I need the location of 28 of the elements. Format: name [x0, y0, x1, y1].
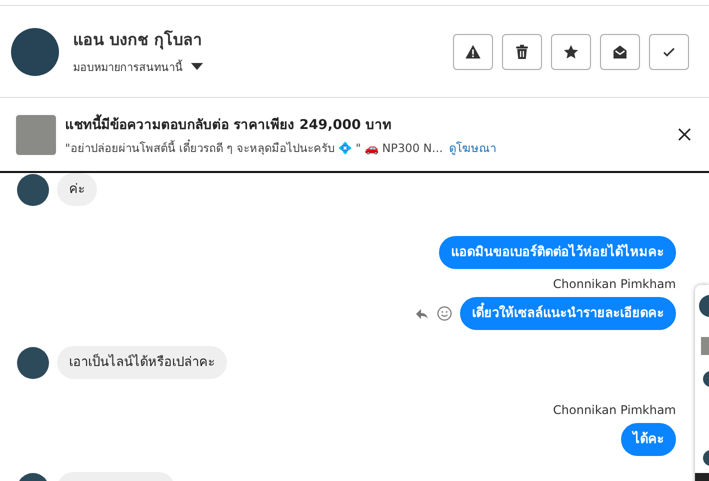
envelope-icon [612, 44, 628, 60]
view-ad-link[interactable]: ดูโฆษณา [448, 138, 496, 156]
warning-icon [465, 44, 481, 60]
sender-name: Chonnikan Pimkham [553, 403, 676, 417]
contact-name: แอน บงกช กุโบลา [73, 29, 203, 52]
emoji-icon[interactable] [437, 306, 452, 321]
trash-icon [514, 44, 530, 60]
assign-dropdown[interactable]: มอบหมายการสนทนานี้ [73, 58, 203, 76]
sender-name: Chonnikan Pimkham [553, 277, 676, 291]
close-icon[interactable] [676, 126, 693, 143]
ad-snippet: "อย่าปล่อยผ่านโพสต์นี้ เดี๋ยวรถดี ๆ จะหลุดมือไปนะครับ 💠 " 🚗 NP300 N... [65, 138, 443, 156]
ad-photo-placeholder [16, 114, 56, 154]
contact-avatar [17, 174, 49, 206]
caret-icon [191, 63, 203, 71]
envelope-button[interactable] [600, 34, 640, 70]
warning-button[interactable] [453, 34, 493, 70]
message-bubble: ค่ะ [57, 173, 97, 206]
contact-avatar [11, 28, 59, 76]
message-bubble: เดี๋ยวให้เซลล์แนะนำรายละเอียดคะ [460, 297, 676, 330]
delete-button[interactable] [502, 34, 542, 70]
message-bubble: แอดมินขอเบอร์ติดต่อไว้ห่อยได้ไหมคะ [439, 236, 676, 269]
contact-avatar [17, 346, 49, 378]
reply-icon[interactable] [415, 308, 429, 320]
ad-title: แชทนี้มีข้อความตอบกลับต่อ ราคาเพียง 249,000 บาท [65, 112, 496, 134]
star-button[interactable] [551, 34, 591, 70]
message-bubble: เอาเป็นไลน์ได้หรือเปล่าคะ [57, 346, 227, 379]
message-bubble: ได้คะ [621, 423, 676, 456]
star-icon [563, 44, 579, 60]
